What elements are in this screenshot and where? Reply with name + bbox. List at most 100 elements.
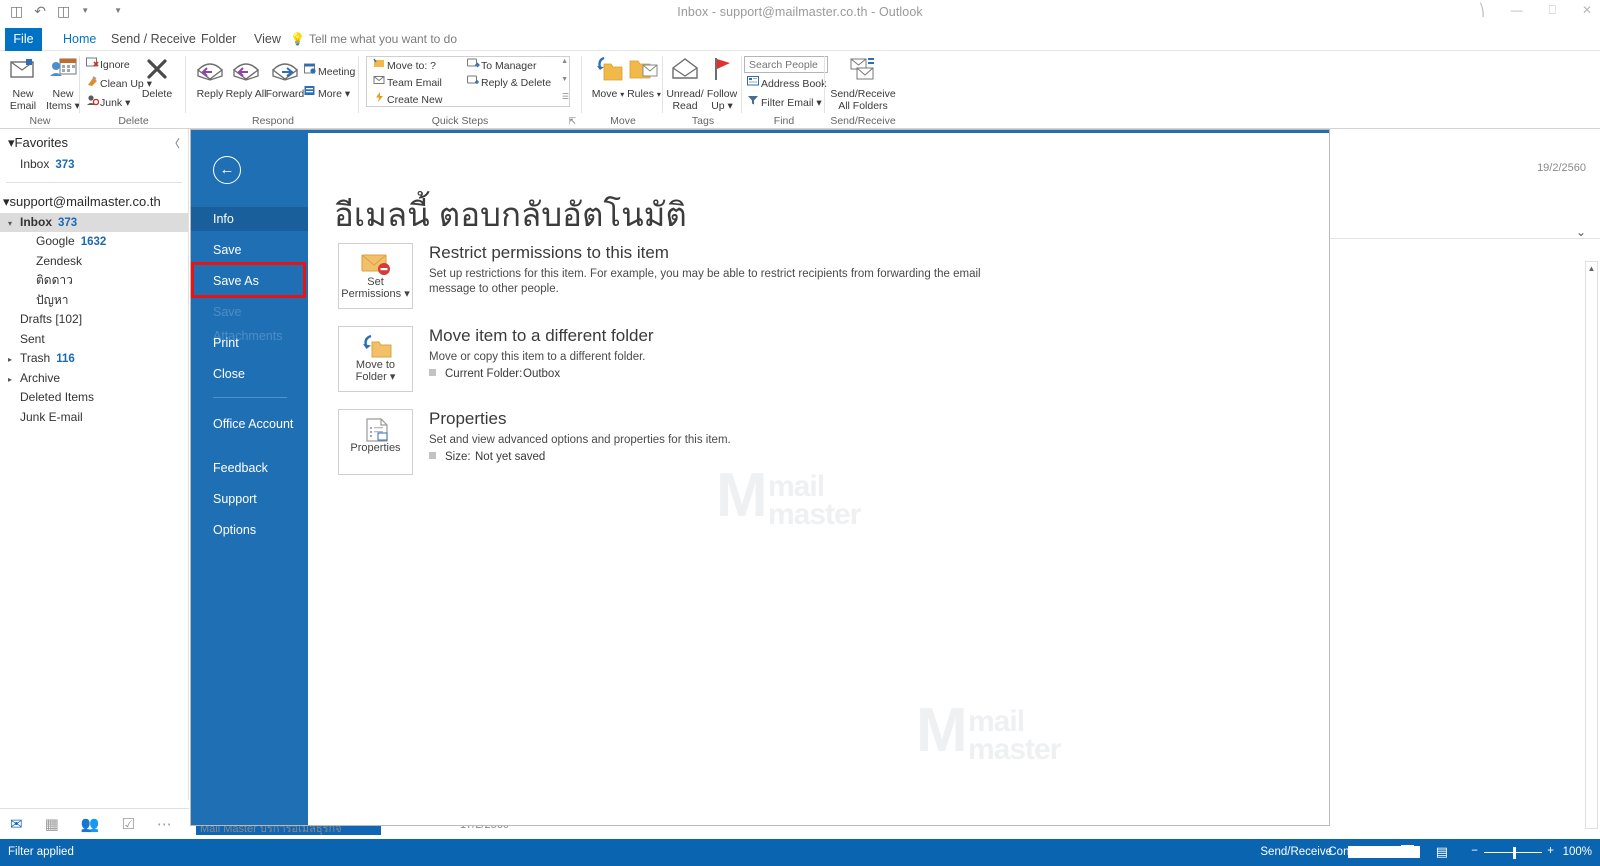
account-header[interactable]: ▾support@mailmaster.co.th <box>0 191 188 213</box>
group-label-delete: Delete <box>118 115 149 127</box>
address-book-button[interactable]: Address Book <box>746 75 826 92</box>
follow-up-label-2: Up ▾ <box>711 99 733 112</box>
quick-step-create-new[interactable]: Create New <box>372 91 442 108</box>
backstage-item-options[interactable]: Options <box>191 518 308 542</box>
zoom-slider-thumb[interactable] <box>1513 847 1516 859</box>
tab-folder[interactable]: Folder <box>190 28 247 51</box>
chevron-expanded-icon[interactable]: ▾ <box>8 214 20 234</box>
back-arrow-icon[interactable]: ← <box>213 156 241 184</box>
scroll-down-icon[interactable]: ▼ <box>561 76 568 83</box>
filter-email-button[interactable]: Filter Email ▾ <box>746 94 822 111</box>
chevron-down-icon[interactable]: ⌄ <box>1576 225 1586 239</box>
reading-view-icon[interactable]: ▤ <box>1436 845 1448 858</box>
ignore-button[interactable]: Ignore <box>85 56 130 73</box>
mail-icon[interactable]: ✉ <box>10 815 23 833</box>
backstage-item-label: Close <box>213 367 245 381</box>
group-label-new: New <box>29 115 51 127</box>
backstage-item-save-as[interactable]: Save As <box>191 269 308 293</box>
ribbon-display-icon[interactable]: ⎞ <box>1479 3 1485 18</box>
collapse-pane-icon[interactable]: 〈 <box>169 135 180 151</box>
ribbon-group-tags: Unread/ Read Follow Up ▾ Tags <box>664 51 742 129</box>
sidebar-item-junk-email[interactable]: Junk E-mail <box>0 408 188 428</box>
junk-label: Junk ▾ <box>100 97 131 109</box>
sidebar-item-panha[interactable]: ปัญหา <box>0 291 188 311</box>
scroll-up-icon[interactable]: ▲ <box>1586 262 1597 275</box>
backstage-item-feedback[interactable]: Feedback <box>191 456 308 480</box>
properties-button[interactable]: Properties <box>338 409 413 475</box>
send-receive-all-folders-button[interactable]: Send/Receive All Folders <box>826 56 900 112</box>
new-items-label-2: Items ▾ <box>46 99 80 112</box>
meeting-label: Meeting <box>318 66 356 78</box>
sidebar-item-inbox[interactable]: ▾ Inbox 373 <box>0 212 188 234</box>
send-receive-status-label: Send/Receive <box>1260 846 1332 858</box>
move-label: Move <box>591 88 618 100</box>
current-folder-row: Current Folder:Outbox <box>429 368 560 380</box>
dialog-launcher-icon[interactable]: ⇱ <box>568 116 576 127</box>
backstage-item-close[interactable]: Close <box>191 362 308 386</box>
more-options-icon[interactable]: ⋯ <box>157 815 172 833</box>
move-item-desc: Move or copy this item to a different fo… <box>429 351 646 363</box>
quick-step-reply-delete[interactable]: Reply & Delete <box>466 74 551 91</box>
zoom-percent: 100% <box>1562 846 1592 858</box>
backstage-item-print[interactable]: Print <box>191 331 308 355</box>
backstage-item-save[interactable]: Save <box>191 238 308 262</box>
people-icon[interactable]: 👥 <box>81 815 100 833</box>
chevron-collapsed-icon[interactable]: ▸ <box>8 350 20 370</box>
quick-step-team-email-label: Team Email <box>387 77 442 89</box>
sidebar-item-trash[interactable]: ▸ Trash 116 <box>0 349 188 369</box>
search-people-input[interactable] <box>744 56 828 73</box>
sidebar-item-zendesk[interactable]: Zendesk <box>0 252 188 272</box>
window-controls[interactable]: ⎞ — ⎕ ✕ <box>1479 3 1592 18</box>
more-respond-button[interactable]: More ▾ <box>303 85 350 102</box>
follow-up-button[interactable]: Follow Up ▾ <box>702 56 742 112</box>
tell-me-box[interactable]: 💡 Tell me what you want to do <box>290 28 457 51</box>
favorite-item-inbox[interactable]: Inbox 373 <box>0 155 188 175</box>
sidebar-item-archive[interactable]: ▸ Archive <box>0 369 188 389</box>
ribbon-group-send-receive: Send/Receive All Folders Send/Receive <box>826 51 900 129</box>
chevron-collapsed-icon[interactable]: ▸ <box>8 370 20 390</box>
quick-step-to-manager[interactable]: To Manager <box>466 57 536 74</box>
group-label-send-receive: Send/Receive <box>830 115 896 127</box>
calendar-icon[interactable]: ▦ <box>45 815 59 833</box>
reply-label: Reply <box>196 88 224 100</box>
ribbon-group-new: New Email New Items ▾ New <box>0 51 80 129</box>
close-icon[interactable]: ✕ <box>1582 3 1592 18</box>
reading-pane-scrollbar[interactable]: ▲ <box>1585 261 1598 829</box>
tasks-icon[interactable]: ☑ <box>121 815 134 833</box>
restore-icon[interactable]: ⎕ <box>1549 3 1556 18</box>
rules-button[interactable]: Rules ▾ <box>621 56 667 101</box>
unread-read-button[interactable]: Unread/ Read <box>664 56 706 112</box>
backstage-item-support[interactable]: Support <box>191 487 308 511</box>
tab-view[interactable]: View <box>243 28 292 51</box>
move-to-folder-button[interactable]: Move to Folder ▾ <box>338 326 413 392</box>
group-divider <box>79 56 80 113</box>
sidebar-item-deleted-items[interactable]: Deleted Items <box>0 388 188 408</box>
restrict-permissions-icon <box>339 244 412 276</box>
sidebar-item-tidao[interactable]: ติดดาว <box>0 271 188 291</box>
sidebar-item-label: Deleted Items <box>20 390 95 404</box>
zoom-out-button[interactable]: − <box>1471 845 1478 857</box>
sidebar-item-google[interactable]: Google 1632 <box>0 232 188 252</box>
sidebar-item-label: Google <box>36 234 75 248</box>
normal-view-icon[interactable] <box>1401 845 1414 858</box>
meeting-button[interactable]: Meeting <box>303 63 355 80</box>
backstage-item-info[interactable]: Info <box>191 207 308 231</box>
favorites-header[interactable]: ▾Favorites 〈 <box>0 129 188 155</box>
sidebar-item-sent[interactable]: Sent <box>0 330 188 350</box>
scroll-up-icon[interactable]: ▲ <box>561 58 568 65</box>
quick-step-team-email[interactable]: Team Email <box>372 74 442 91</box>
restrict-permissions-title: Restrict permissions to this item <box>429 243 669 262</box>
quick-step-move-to[interactable]: Move to: ? <box>372 57 436 74</box>
ribbon-group-respond: Reply Reply All Forward Meeting More ▾ R… <box>187 51 359 129</box>
sidebar-item-drafts[interactable]: Drafts [102] <box>0 310 188 330</box>
delete-button[interactable]: Delete <box>134 56 180 101</box>
sidebar-item-label: Zendesk <box>36 253 83 268</box>
set-permissions-button[interactable]: Set Permissions ▾ <box>338 243 413 309</box>
properties-icon <box>339 410 412 442</box>
junk-button[interactable]: Junk ▾ <box>85 94 130 111</box>
backstage-item-office-account[interactable]: Office Account <box>191 414 308 448</box>
zoom-in-button[interactable]: + <box>1547 845 1554 857</box>
minimize-icon[interactable]: — <box>1511 3 1523 18</box>
expand-gallery-icon[interactable]: ☰ <box>562 92 569 101</box>
tab-file[interactable]: File <box>5 28 42 51</box>
